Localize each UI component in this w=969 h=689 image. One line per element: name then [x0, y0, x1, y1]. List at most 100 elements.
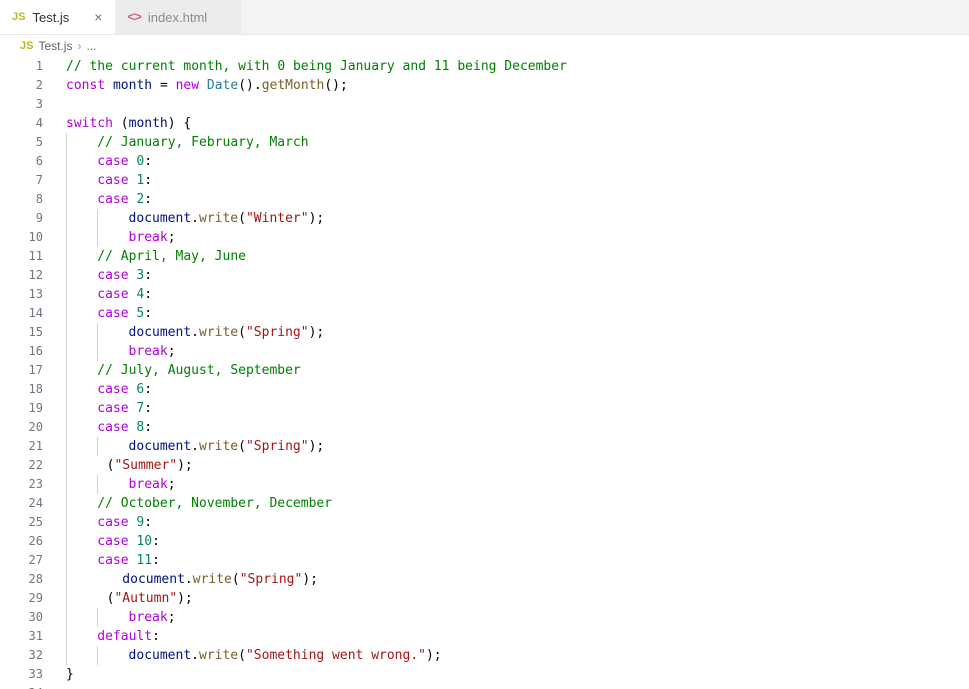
- code-token: }: [66, 667, 74, 682]
- code-line[interactable]: 11// April, May, June: [0, 247, 969, 266]
- code-token: .: [191, 439, 199, 454]
- code-line[interactable]: 32document.write("Something went wrong."…: [0, 646, 969, 665]
- code-line[interactable]: 22("Summer");: [0, 456, 969, 475]
- code-editor-area[interactable]: 1// the current month, with 0 being Janu…: [0, 57, 969, 689]
- code-line-content: document.write("Spring");: [43, 570, 969, 589]
- code-token: (: [238, 439, 246, 454]
- code-line[interactable]: 33}: [0, 665, 969, 684]
- line-number: 34: [0, 684, 43, 689]
- code-line[interactable]: 4switch (month) {: [0, 114, 969, 133]
- code-line-content: case 0:: [43, 152, 969, 171]
- line-number: 13: [0, 285, 43, 304]
- tab-bar-empty-space: [241, 0, 969, 34]
- code-token: write: [199, 439, 238, 454]
- code-token: ();: [324, 78, 347, 93]
- code-token: :: [144, 154, 152, 169]
- code-token: month: [113, 78, 152, 93]
- code-line[interactable]: 19case 7:: [0, 399, 969, 418]
- line-number: 2: [0, 76, 43, 95]
- tab-test-js[interactable]: JS Test.js ×: [0, 0, 115, 34]
- code-line[interactable]: 16break;: [0, 342, 969, 361]
- code-line[interactable]: 6case 0:: [0, 152, 969, 171]
- code-line[interactable]: 26case 10:: [0, 532, 969, 551]
- code-line[interactable]: 10break;: [0, 228, 969, 247]
- line-number: 17: [0, 361, 43, 380]
- code-line[interactable]: 13case 4:: [0, 285, 969, 304]
- code-line[interactable]: 21document.write("Spring");: [0, 437, 969, 456]
- close-icon[interactable]: ×: [91, 10, 105, 24]
- line-number: 30: [0, 608, 43, 627]
- code-token: (: [238, 325, 246, 340]
- code-line[interactable]: 25case 9:: [0, 513, 969, 532]
- code-line[interactable]: 15document.write("Spring");: [0, 323, 969, 342]
- code-line[interactable]: 8case 2:: [0, 190, 969, 209]
- code-token: // April, May, June: [97, 249, 246, 264]
- code-line[interactable]: 31default:: [0, 627, 969, 646]
- code-line[interactable]: 9document.write("Winter");: [0, 209, 969, 228]
- code-token: case: [97, 287, 128, 302]
- code-token: "Spring": [240, 572, 303, 587]
- code-line-content: break;: [43, 475, 969, 494]
- code-line[interactable]: 3: [0, 95, 969, 114]
- line-number: 8: [0, 190, 43, 209]
- code-token: (: [238, 648, 246, 663]
- code-token: break: [129, 344, 168, 359]
- code-token: :: [144, 420, 152, 435]
- code-token: "Spring": [246, 325, 309, 340]
- code-token: :: [144, 401, 152, 416]
- code-lines-container: 1// the current month, with 0 being Janu…: [0, 57, 969, 689]
- line-number: 10: [0, 228, 43, 247]
- line-number: 32: [0, 646, 43, 665]
- code-token: ;: [168, 477, 176, 492]
- code-line[interactable]: 30break;: [0, 608, 969, 627]
- code-line[interactable]: 34: [0, 684, 969, 689]
- line-number: 21: [0, 437, 43, 456]
- code-token: // October, November, December: [97, 496, 332, 511]
- line-number: 29: [0, 589, 43, 608]
- tab-index-html[interactable]: <> index.html ×: [115, 0, 241, 34]
- code-line[interactable]: 5// January, February, March: [0, 133, 969, 152]
- code-token: case: [97, 306, 128, 321]
- code-line[interactable]: 12case 3:: [0, 266, 969, 285]
- code-line[interactable]: 7case 1:: [0, 171, 969, 190]
- code-line[interactable]: 1// the current month, with 0 being Janu…: [0, 57, 969, 76]
- breadcrumb-file[interactable]: JS Test.js: [20, 39, 72, 53]
- line-number: 18: [0, 380, 43, 399]
- code-token: (: [113, 116, 129, 131]
- code-token: document: [129, 211, 192, 226]
- code-token: .: [185, 572, 193, 587]
- line-number: 26: [0, 532, 43, 551]
- code-line-content: case 11:: [43, 551, 969, 570]
- code-token: break: [129, 230, 168, 245]
- code-line[interactable]: 27case 11:: [0, 551, 969, 570]
- code-line[interactable]: 29("Autumn");: [0, 589, 969, 608]
- code-token: );: [426, 648, 442, 663]
- code-line[interactable]: 28document.write("Spring");: [0, 570, 969, 589]
- code-token: const: [66, 78, 105, 93]
- code-token: :: [152, 534, 160, 549]
- code-token: case: [97, 401, 128, 416]
- code-token: [199, 78, 207, 93]
- code-token: =: [160, 78, 168, 93]
- breadcrumb-symbol-ellipsis[interactable]: ...: [86, 39, 96, 53]
- line-number: 27: [0, 551, 43, 570]
- code-line-content: case 8:: [43, 418, 969, 437]
- code-line-content: // July, August, September: [43, 361, 969, 380]
- code-token: // the current month, with 0 being Janua…: [66, 59, 567, 74]
- code-token: month: [129, 116, 168, 131]
- code-line[interactable]: 24// October, November, December: [0, 494, 969, 513]
- line-number: 19: [0, 399, 43, 418]
- code-line[interactable]: 14case 5:: [0, 304, 969, 323]
- code-token: :: [152, 629, 160, 644]
- code-token: case: [97, 553, 128, 568]
- code-line[interactable]: 2const month = new Date().getMonth();: [0, 76, 969, 95]
- code-line-content: break;: [43, 342, 969, 361]
- code-token: (: [238, 211, 246, 226]
- code-line[interactable]: 23break;: [0, 475, 969, 494]
- code-line[interactable]: 20case 8:: [0, 418, 969, 437]
- code-token: case: [97, 173, 128, 188]
- code-token: [105, 78, 113, 93]
- code-line[interactable]: 17// July, August, September: [0, 361, 969, 380]
- chevron-right-icon: ›: [77, 39, 81, 53]
- code-line[interactable]: 18case 6:: [0, 380, 969, 399]
